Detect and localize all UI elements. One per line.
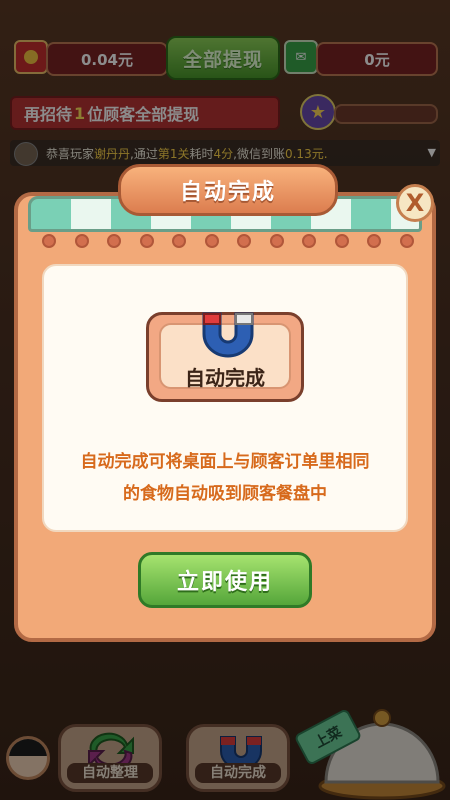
dialog-title: 自动完成 [118,164,338,216]
magnet-icon [202,312,254,358]
description-line-1: 自动完成可将桌面上与顾客订单里相同 [80,452,370,472]
dialog-description: 自动完成可将桌面上与顾客订单里相同 的食物自动吸到顾客餐盘中 [42,446,408,510]
use-now-button[interactable]: 立即使用 [138,552,312,608]
description-line-2: 的食物自动吸到顾客餐盘中 [123,484,327,504]
awning-scallops [42,234,414,250]
item-tile-label: 自动完成 [185,366,265,390]
close-button[interactable]: X [396,184,434,222]
